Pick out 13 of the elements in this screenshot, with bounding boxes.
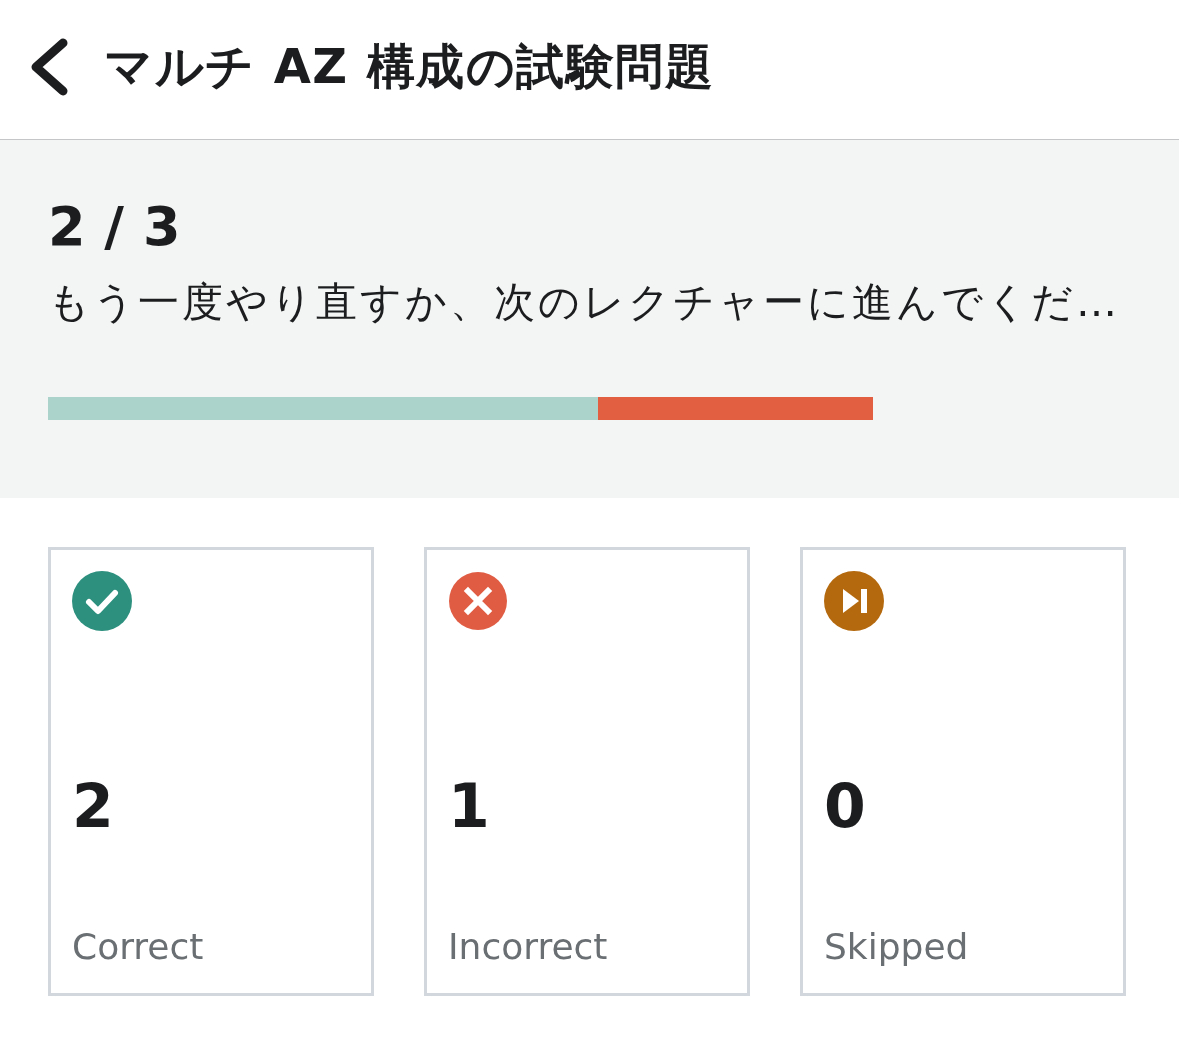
stat-label: Incorrect xyxy=(448,925,608,969)
skip-forward-icon xyxy=(824,571,884,631)
result-message: もう一度やり直すか、次のレクチャーに進んでくだ… xyxy=(48,277,1120,327)
score-text: 2 / 3 xyxy=(48,195,181,259)
chevron-left-icon xyxy=(29,37,69,96)
stat-count: 2 xyxy=(72,773,114,839)
cross-circle-icon xyxy=(448,571,508,631)
stat-label: Skipped xyxy=(824,925,969,969)
check-circle-icon xyxy=(72,571,132,631)
stat-count: 0 xyxy=(824,773,866,839)
stat-label: Correct xyxy=(72,925,204,969)
stat-count: 1 xyxy=(448,773,490,839)
page-title: マルチ AZ 構成の試験問題 xyxy=(104,36,715,96)
